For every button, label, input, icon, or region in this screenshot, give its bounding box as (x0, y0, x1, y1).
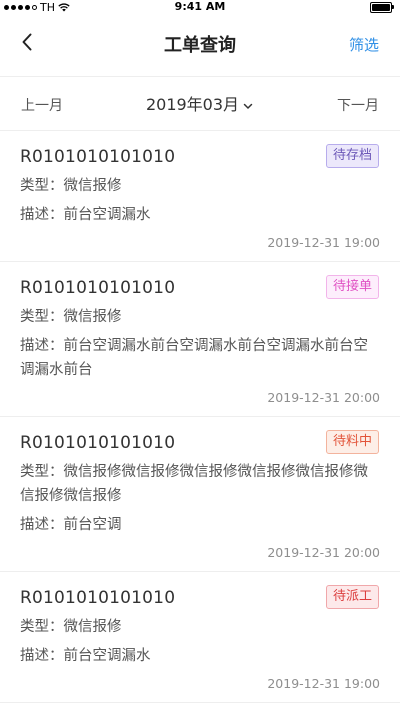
description-label: 描述： (20, 207, 64, 223)
type-value: 微信报修 (63, 619, 122, 635)
order-card[interactable]: R0101010101010 待存档 类型：微信报修 描述：前台空调漏水 201… (0, 131, 400, 262)
clock: 9:41 AM (174, 0, 226, 13)
order-type: 类型：微信报修 (20, 305, 380, 329)
status-badge: 待料中 (325, 430, 379, 454)
order-description: 描述：前台空调漏水 (20, 644, 380, 668)
current-month-label: 2019年03月 (145, 95, 240, 114)
type-label: 类型： (20, 309, 64, 325)
navigation-bar: 工单查询 筛选 (0, 14, 400, 77)
order-card[interactable]: R0101010101010 待接单 类型：微信报修 描述：前台空调漏水前台空调… (0, 262, 400, 417)
description-value: 前台空调漏水 (63, 648, 151, 664)
status-bar: TH 9:41 AM (0, 0, 400, 14)
order-card[interactable]: R0101010101010 待派工 类型：微信报修 描述：前台空调漏水 201… (0, 572, 400, 703)
type-value: 微信报修微信报修微信报修微信报修微信报修微信报修微信报修 (20, 464, 368, 504)
order-card[interactable]: R0101010101010 待料中 类型：微信报修微信报修微信报修微信报修微信… (0, 417, 400, 572)
order-type: 类型：微信报修 (20, 174, 380, 198)
type-label: 类型： (20, 178, 64, 194)
order-description: 描述：前台空调漏水前台空调漏水前台空调漏水前台空调漏水前台 (20, 334, 380, 382)
order-time: 2019-12-31 19:00 (267, 676, 380, 691)
filter-button[interactable]: 筛选 (349, 34, 379, 55)
order-time: 2019-12-31 20:00 (267, 390, 380, 405)
status-badge: 待存档 (325, 144, 379, 168)
status-badge: 待接单 (325, 275, 379, 299)
order-type: 类型：微信报修微信报修微信报修微信报修微信报修微信报修微信报修 (20, 460, 380, 508)
description-label: 描述： (20, 517, 64, 533)
month-switcher: 上一月 2019年03月 下一月 (0, 77, 400, 131)
order-time: 2019-12-31 20:00 (267, 545, 380, 560)
type-value: 微信报修 (63, 178, 122, 194)
description-label: 描述： (20, 338, 64, 354)
description-value: 前台空调 (63, 517, 122, 533)
description-value: 前台空调漏水 (63, 207, 151, 223)
order-description: 描述：前台空调漏水 (20, 203, 380, 227)
order-list: R0101010101010 待存档 类型：微信报修 描述：前台空调漏水 201… (0, 131, 400, 703)
type-value: 微信报修 (63, 309, 122, 325)
description-value: 前台空调漏水前台空调漏水前台空调漏水前台空调漏水前台 (20, 338, 368, 378)
order-time: 2019-12-31 19:00 (267, 235, 380, 250)
order-type: 类型：微信报修 (20, 615, 380, 639)
description-label: 描述： (20, 648, 64, 664)
next-month-button[interactable]: 下一月 (337, 95, 379, 115)
page-title: 工单查询 (164, 35, 236, 56)
status-badge: 待派工 (325, 585, 379, 609)
battery-icon (370, 2, 394, 13)
order-description: 描述：前台空调 (20, 513, 380, 537)
type-label: 类型： (20, 619, 64, 635)
type-label: 类型： (20, 464, 64, 480)
chevron-down-icon (243, 103, 253, 109)
